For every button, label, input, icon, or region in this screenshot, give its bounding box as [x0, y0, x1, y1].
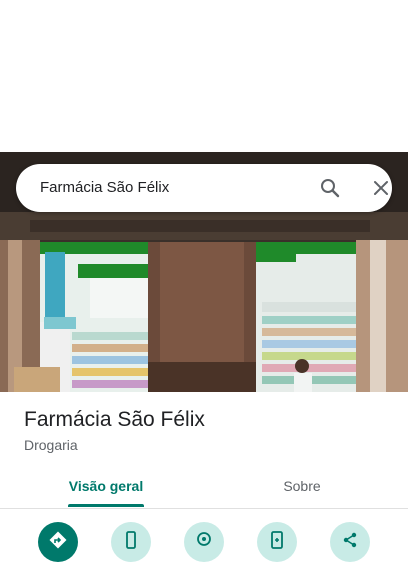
call-button[interactable] [111, 522, 151, 562]
directions-icon [49, 531, 67, 549]
send-to-phone-button[interactable] [257, 522, 297, 562]
search-input[interactable]: Farmácia São Félix [40, 164, 169, 212]
save-location-icon [197, 532, 211, 546]
tab-selected-indicator [68, 504, 144, 507]
close-icon[interactable] [369, 176, 393, 200]
tab-about[interactable]: Sobre [244, 466, 360, 508]
search-icon[interactable] [318, 176, 342, 200]
save-button[interactable] [184, 522, 224, 562]
place-title: Farmácia São Félix [24, 408, 205, 431]
send-to-phone-icon [271, 531, 283, 549]
tab-bar: Visão geral Sobre [0, 466, 408, 509]
directions-button[interactable] [38, 522, 78, 562]
share-icon [343, 532, 357, 548]
search-bar[interactable]: Farmácia São Félix [16, 164, 392, 212]
map-blank-area [0, 0, 408, 152]
share-button[interactable] [330, 522, 370, 562]
phone-icon [126, 531, 136, 549]
place-category: Drogaria [24, 437, 78, 453]
tab-overview[interactable]: Visão geral [48, 466, 164, 508]
